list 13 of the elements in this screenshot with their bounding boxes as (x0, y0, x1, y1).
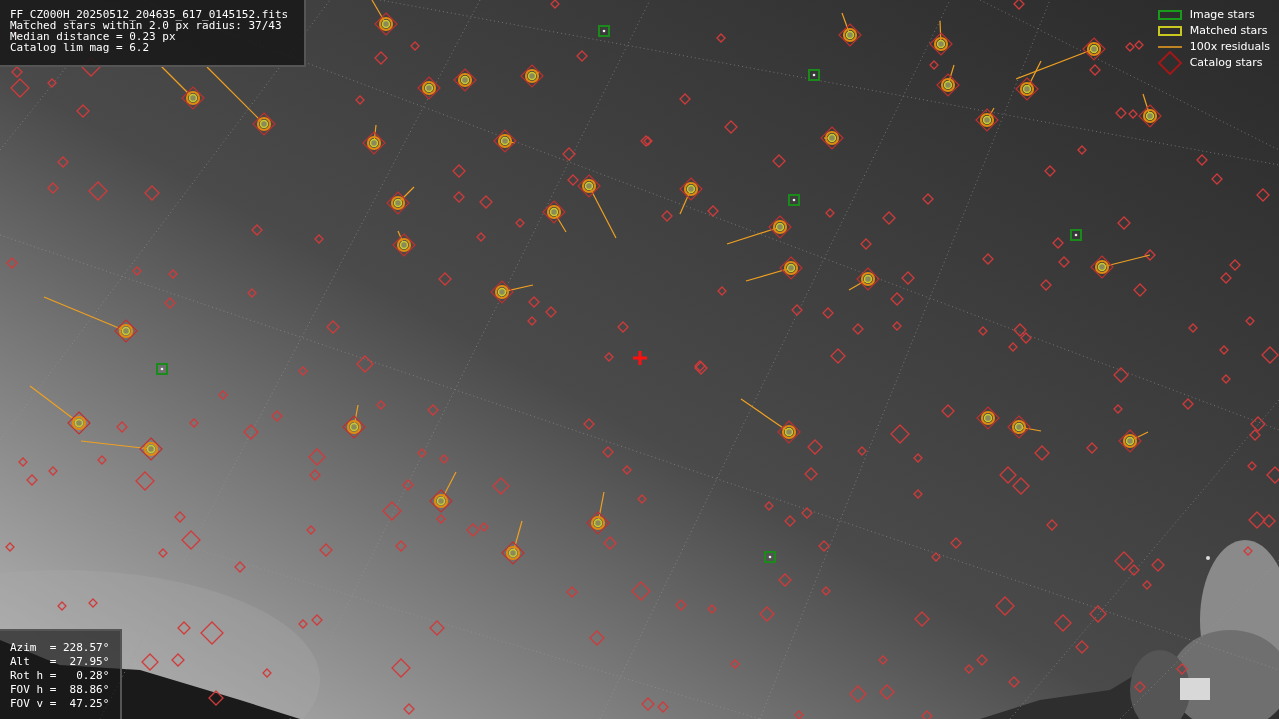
legend-label: Matched stars (1189, 24, 1268, 38)
pointing-line: FOV v = 47.25° (10, 697, 110, 711)
pointing-line: FOV h = 88.86° (10, 683, 110, 697)
info-line: Matched stars within 2.0 px radius: 37/43 (10, 20, 282, 31)
legend-label: 100x residuals (1189, 40, 1270, 54)
pointing-line: Azim = 228.57° (10, 641, 110, 655)
info-line: Median distance = 0.23 px (10, 31, 176, 42)
legend-label: Catalog stars (1189, 56, 1263, 70)
info-line: FF_CZ000H_20250512_204635_617_0145152.fits (10, 9, 290, 20)
legend-label: Image stars (1189, 8, 1255, 22)
pointing-line: Alt = 27.95° (10, 655, 110, 669)
pointing-line: Rot h = 0.28° (10, 669, 110, 683)
info-line: Catalog lim mag = 6.2 (10, 42, 151, 53)
